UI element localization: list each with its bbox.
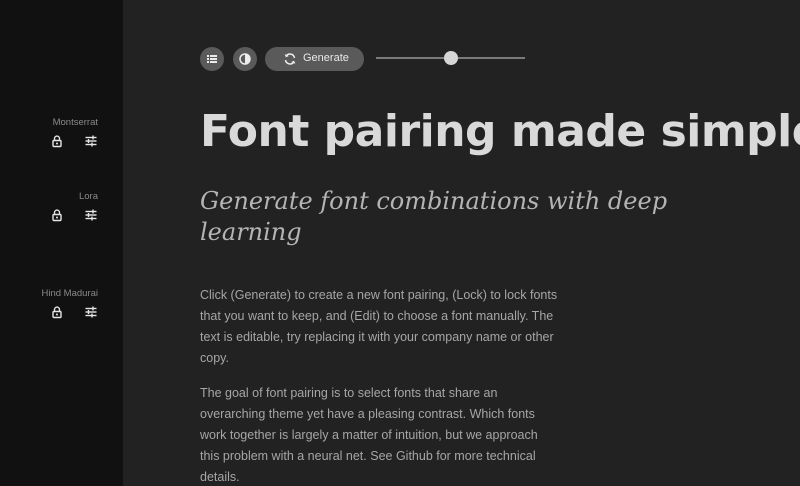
subheading[interactable]: Generate font combinations with deep lea… [200,186,670,248]
app-root: Montserrat Lora Hind Madurai Generate Fo… [0,0,800,486]
body-paragraph[interactable]: Click (Generate) to create a new font pa… [200,285,560,369]
generate-button[interactable]: Generate [265,47,364,71]
sidebar: Montserrat Lora Hind Madurai [0,0,123,486]
headline[interactable]: Font pairing made simple [200,106,800,157]
generate-label: Generate [303,52,349,64]
contrast-icon [239,53,251,65]
contrast-toggle-button[interactable] [233,47,257,71]
lock-icon[interactable] [50,305,64,319]
font-name-label: Hind Madurai [41,288,99,299]
lock-icon[interactable] [50,134,64,148]
list-button[interactable] [200,47,224,71]
refresh-icon [284,53,296,65]
sliders-icon[interactable] [84,305,98,319]
slider-thumb[interactable] [443,51,458,65]
sliders-icon[interactable] [84,208,98,222]
font-name-label: Montserrat [52,117,98,128]
list-icon [207,55,217,63]
font-name-label: Lora [78,191,98,202]
sliders-icon[interactable] [84,134,98,148]
creativity-slider[interactable] [376,47,526,71]
lock-icon[interactable] [50,208,64,222]
body-paragraph[interactable]: The goal of font pairing is to select fo… [200,383,560,486]
